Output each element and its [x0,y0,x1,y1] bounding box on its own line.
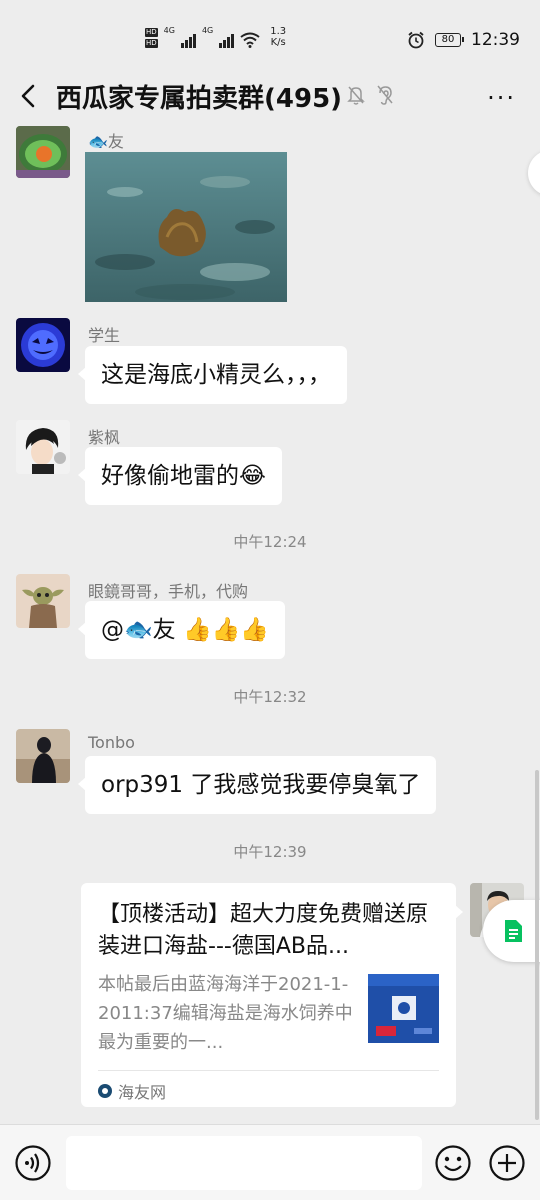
voice-input-icon[interactable] [14,1144,52,1182]
link-card-thumbnail [368,974,439,1043]
document-icon [505,920,522,942]
link-card[interactable]: 【顶楼活动】超大力度免费赠送原装进口海盐---德国AB品... 本帖最后由蓝海海… [81,883,463,1107]
network-indicators: HD HD 4G 4G 1.3 K/s [145,26,286,48]
network-type-2: 4G [201,26,214,35]
signal-icon-1 [180,32,196,48]
message-bubble[interactable]: 这是海底小精灵么，，， [78,346,347,404]
wifi-icon [240,32,260,48]
network-type-1: 4G [163,26,175,35]
add-icon[interactable] [488,1144,526,1182]
avatar[interactable] [16,574,70,628]
avatar[interactable] [16,126,70,178]
avatar[interactable] [16,420,70,474]
mute-bell-icon [347,86,365,105]
sender-name: 🐟友 [88,132,124,151]
source-logo-icon [98,1084,112,1098]
timestamp: 中午12:39 [233,843,307,861]
source-name: 海友网 [118,1083,167,1102]
link-card-title: 【顶楼活动】超大力度免费赠送原装进口海盐---德国AB品... [98,902,429,959]
alarm-icon [408,31,424,49]
chat-title: 西瓜家专属拍卖群(495) [56,84,343,114]
timestamp: 中午12:24 [233,533,307,551]
timestamp: 中午12:32 [233,688,307,706]
avatar-image [16,420,70,474]
link-card-divider [98,1070,439,1071]
more-options-button[interactable]: ··· [487,84,516,112]
status-bar: HD HD 4G 4G 1.3 K/s 80 12:39 [0,0,540,74]
scrollbar[interactable] [535,770,539,1120]
hd-badge-2: HD [145,39,158,48]
message-input[interactable] [66,1136,422,1190]
clock: 12:39 [471,30,520,50]
floating-widget[interactable] [528,150,540,196]
network-speed: 1.3 K/s [270,26,286,48]
message-bubble[interactable]: orp391 了我感觉我要停臭氧了 [77,756,437,814]
speed-unit: K/s [270,37,286,48]
chat-header: 西瓜家专属拍卖群(495) ··· [0,74,540,120]
sender-name: 紫枫 [88,428,121,447]
avatar-image [16,318,70,372]
message-bubble[interactable]: 好像偷地雷的😂 [78,447,282,505]
floating-document-widget[interactable] [483,900,540,962]
message-bubble[interactable]: @🐟友 👍👍👍 [78,601,285,659]
message-image[interactable] [85,152,287,302]
sender-name: 眼鏡哥哥，手机，代购 [88,582,249,601]
sender-name: Tonbo [88,733,135,752]
avatar[interactable] [16,729,70,783]
speed-value: 1.3 [270,26,287,37]
hd-badge-1: HD [145,28,158,37]
link-card-source: 海友网 [98,1079,166,1103]
battery-icon: 80 [435,33,464,47]
signal-icon-2 [219,32,235,48]
back-arrow-icon[interactable] [16,82,42,110]
sender-name: 学生 [88,326,121,345]
avatar[interactable] [16,318,70,372]
avatar-image [16,574,70,628]
underwater-photo [85,152,287,302]
emoji-icon[interactable] [434,1144,472,1182]
avatar-image [16,126,70,178]
link-card-description: 本帖最后由蓝海海洋于2021-1-2011:37编辑海盐是海水饲养中最为重要的一… [98,974,353,1053]
input-bar [0,1124,540,1200]
avatar-image [16,729,70,783]
ear-icon [377,85,393,105]
